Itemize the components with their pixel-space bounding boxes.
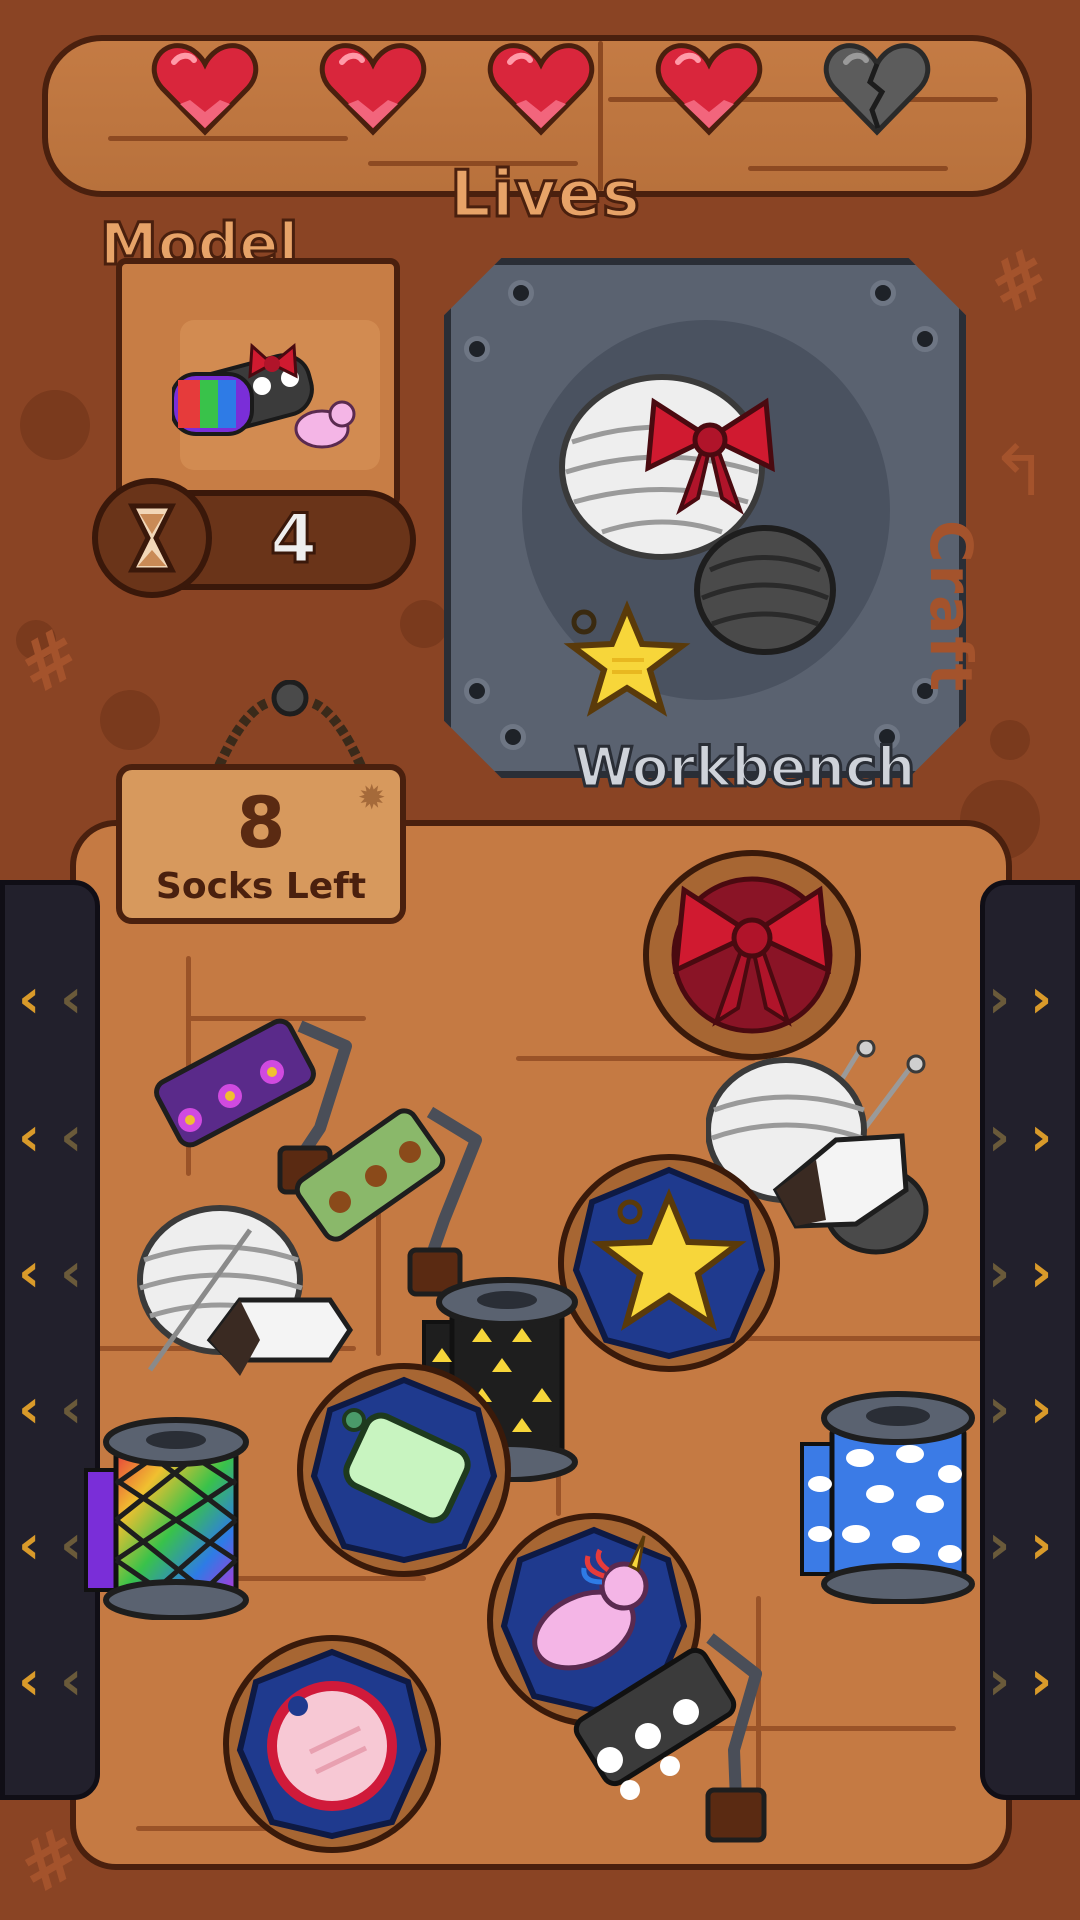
chevron-left-icon: ‹	[60, 1513, 83, 1576]
chevron-left-icon[interactable]: ‹	[18, 1110, 40, 1164]
bg-dot	[100, 690, 160, 750]
chevron-right-icon: ›	[988, 1241, 1011, 1304]
chevron-right-icon[interactable]: ›	[1030, 1382, 1052, 1436]
bolt-icon	[870, 280, 896, 306]
chevron-right-icon[interactable]: ›	[1030, 1654, 1052, 1708]
rainbow-fabric-spool[interactable]	[84, 1410, 254, 1620]
timer-value: 4	[268, 499, 318, 581]
bg-dot	[990, 720, 1030, 760]
workbench-yarn-ball-gray	[694, 525, 836, 655]
workbench-label: Workbench	[572, 735, 916, 801]
blue-cloud-fabric-spool[interactable]	[800, 1384, 980, 1604]
chevron-right-icon[interactable]: ›	[1030, 1518, 1052, 1572]
chevron-left-icon[interactable]: ‹	[18, 1654, 40, 1708]
model-panel	[116, 258, 400, 508]
chevron-right-icon: ›	[988, 1513, 1011, 1576]
pink-button-token[interactable]	[220, 1632, 444, 1856]
yellow-star-tag-token[interactable]	[556, 1150, 782, 1376]
craft-hint-label: Craft	[917, 520, 985, 694]
skull-paint-roller[interactable]	[570, 1620, 790, 1850]
socks-left-label: Socks Left	[155, 866, 367, 907]
chevron-left-icon[interactable]: ‹	[18, 1382, 40, 1436]
chevron-left-icon: ‹	[60, 1649, 83, 1712]
bolt-icon	[508, 280, 534, 306]
chevron-left-icon: ‹	[60, 1241, 83, 1304]
bolt-icon	[912, 326, 938, 352]
model-sock-preview	[172, 342, 356, 449]
heart-full-icon	[655, 43, 763, 136]
chevron-left-icon[interactable]: ‹	[18, 1246, 40, 1300]
green-tag-token[interactable]	[294, 1360, 514, 1580]
bolt-icon	[464, 336, 490, 362]
chevron-right-icon: ›	[988, 1649, 1011, 1712]
lives-label: Lives	[449, 157, 642, 234]
chevron-left-icon[interactable]: ‹	[18, 972, 40, 1026]
chevron-right-icon: ›	[988, 1105, 1011, 1168]
red-bow-token[interactable]	[640, 846, 864, 1064]
chevron-left-icon[interactable]: ‹	[18, 1518, 40, 1572]
bg-dot	[400, 600, 448, 648]
hourglass-icon	[92, 478, 212, 598]
bolt-icon	[464, 678, 490, 704]
chevron-right-icon: ›	[988, 967, 1011, 1030]
curved-arrow-icon: ↰	[990, 430, 1049, 512]
chevron-left-icon: ‹	[60, 1377, 83, 1440]
heart-full-icon	[319, 43, 427, 136]
workbench-star-tag	[563, 600, 691, 717]
chevron-right-icon[interactable]: ›	[1030, 1110, 1052, 1164]
workbench-red-bow	[645, 397, 775, 516]
socks-left-sign: 8 Socks Left ✹	[116, 764, 406, 924]
left-rail[interactable]	[0, 880, 100, 1800]
chevron-right-icon: ›	[988, 1377, 1011, 1440]
bg-dot	[20, 390, 90, 460]
bolt-icon	[500, 724, 526, 750]
heart-full-icon	[487, 43, 595, 136]
chevron-left-icon: ‹	[60, 1105, 83, 1168]
chevron-left-icon: ‹	[60, 967, 83, 1030]
heart-broken-icon	[823, 43, 931, 136]
chevron-right-icon[interactable]: ›	[1030, 1246, 1052, 1300]
chevron-right-icon[interactable]: ›	[1030, 972, 1052, 1026]
sun-icon: ✹	[357, 778, 387, 818]
bg-scratch: #	[3, 610, 96, 712]
heart-full-icon	[151, 43, 259, 136]
bg-scratch: #	[973, 230, 1066, 332]
